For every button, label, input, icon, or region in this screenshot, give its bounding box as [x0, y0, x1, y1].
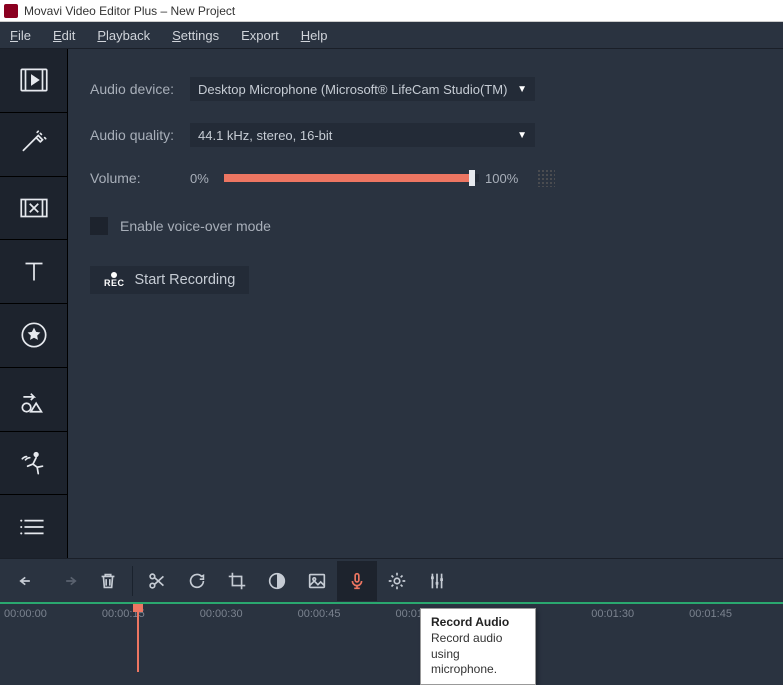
audio-quality-value: 44.1 kHz, stereo, 16-bit: [198, 128, 332, 143]
menu-edit[interactable]: Edit: [53, 28, 75, 43]
start-recording-button[interactable]: REC Start Recording: [90, 266, 249, 294]
clip-properties-button[interactable]: [377, 561, 417, 601]
time-label: 00:01:30: [587, 608, 685, 620]
timeline-toolbar: [0, 558, 783, 602]
sidebar-stickers-button[interactable]: [0, 304, 67, 367]
split-button[interactable]: [137, 561, 177, 601]
time-label: 00:00:30: [196, 608, 294, 620]
volume-slider-fill: [224, 174, 469, 182]
start-recording-label: Start Recording: [135, 272, 236, 288]
audio-device-value: Desktop Microphone (Microsoft® LifeCam S…: [198, 82, 507, 97]
time-ruler: 00:00:00 00:00:15 00:00:30 00:00:45 00:0…: [0, 604, 783, 620]
menu-settings[interactable]: Settings: [172, 28, 219, 43]
sidebar-more-button[interactable]: [0, 495, 67, 558]
window-title: Movavi Video Editor Plus – New Project: [24, 4, 235, 18]
time-label: 00:01:45: [685, 608, 783, 620]
tool-sidebar: [0, 49, 68, 558]
volume-max: 100%: [485, 171, 527, 186]
time-label: 00:00:45: [294, 608, 392, 620]
app-icon: [4, 4, 18, 18]
sidebar-animation-button[interactable]: [0, 431, 67, 494]
record-audio-button[interactable]: [337, 561, 377, 601]
redo-button[interactable]: [48, 561, 88, 601]
sidebar-transitions-button[interactable]: [0, 176, 67, 239]
menu-playback[interactable]: Playback: [97, 28, 150, 43]
image-wizard-button[interactable]: [297, 561, 337, 601]
volume-label: Volume:: [90, 170, 190, 186]
menu-bar: File Edit Playback Settings Export Help: [0, 22, 783, 49]
title-bar: Movavi Video Editor Plus – New Project: [0, 0, 783, 22]
undo-button[interactable]: [8, 561, 48, 601]
sidebar-media-button[interactable]: [0, 49, 67, 112]
sidebar-callouts-button[interactable]: [0, 368, 67, 431]
time-label: 00:00:15: [98, 608, 196, 620]
volume-min: 0%: [190, 171, 218, 186]
voiceover-label: Enable voice-over mode: [120, 218, 271, 234]
audio-quality-label: Audio quality:: [90, 127, 190, 143]
audio-device-select[interactable]: Desktop Microphone (Microsoft® LifeCam S…: [190, 77, 535, 101]
color-adjust-button[interactable]: [257, 561, 297, 601]
voiceover-checkbox[interactable]: [90, 217, 108, 235]
sidebar-filters-button[interactable]: [0, 113, 67, 176]
crop-button[interactable]: [217, 561, 257, 601]
chevron-down-icon: ▼: [517, 84, 527, 95]
tooltip-title: Record Audio: [431, 615, 525, 629]
equalizer-button[interactable]: [417, 561, 457, 601]
delete-button[interactable]: [88, 561, 128, 601]
menu-file[interactable]: File: [10, 28, 31, 43]
rotate-button[interactable]: [177, 561, 217, 601]
rec-icon: REC: [104, 272, 125, 288]
volume-slider[interactable]: [224, 174, 479, 182]
menu-export[interactable]: Export: [241, 28, 279, 43]
menu-help[interactable]: Help: [301, 28, 328, 43]
sidebar-titles-button[interactable]: [0, 240, 67, 303]
record-audio-tooltip: Record Audio Record audio using micropho…: [420, 608, 536, 685]
audio-device-label: Audio device:: [90, 81, 190, 97]
volume-meter-icon: [537, 169, 555, 187]
chevron-down-icon: ▼: [517, 130, 527, 141]
time-label: 00:00:00: [0, 608, 98, 620]
volume-slider-thumb[interactable]: [469, 170, 475, 186]
audio-recording-panel: Audio device: Desktop Microphone (Micros…: [68, 49, 783, 558]
timeline[interactable]: 00:00:00 00:00:15 00:00:30 00:00:45 00:0…: [0, 602, 783, 671]
audio-quality-select[interactable]: 44.1 kHz, stereo, 16-bit ▼: [190, 123, 535, 147]
playhead[interactable]: [138, 604, 143, 671]
